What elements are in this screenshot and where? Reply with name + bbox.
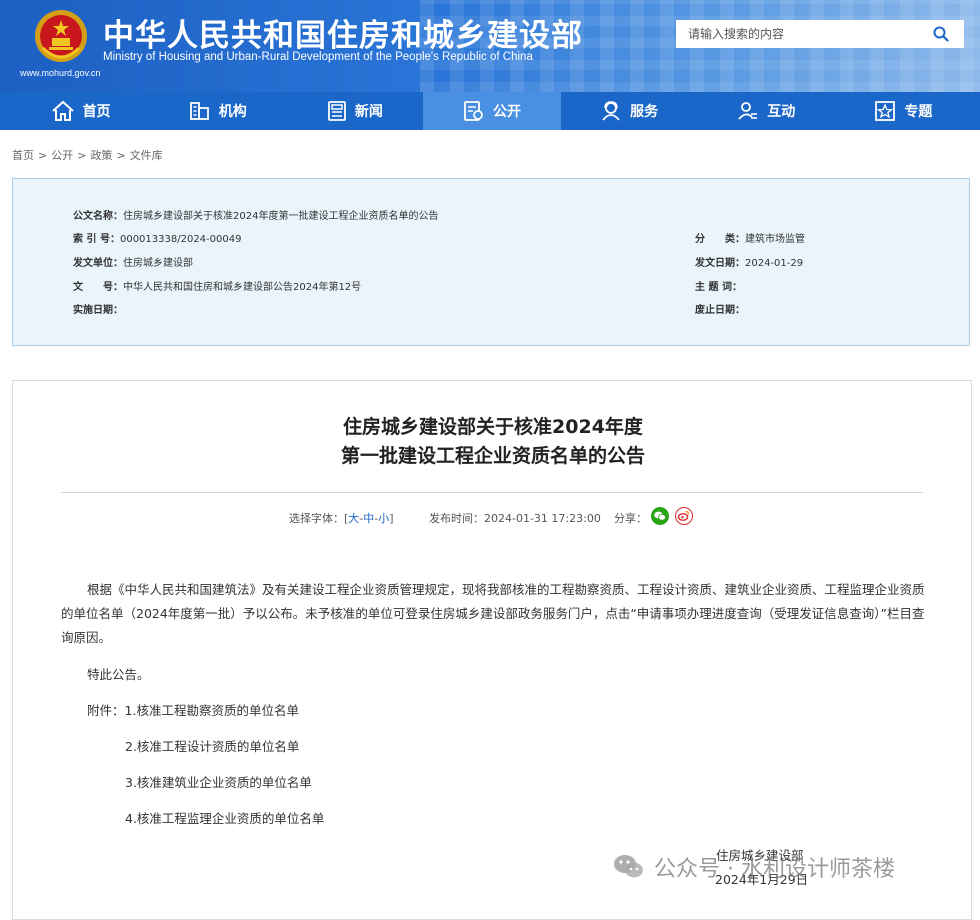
meta-label: 发文单位： [73,258,123,269]
breadcrumb: 首页 > 公开 > 政策 > 文件库 [12,147,163,163]
nav-item-agency[interactable]: 机构 [149,92,286,130]
article-info-bar: 选择字体：[大-中-小] 发布时间：2024-01-31 17:23:00 分享… [13,507,973,527]
signature-org: 住房城乡建设部 [716,848,804,863]
attachment-link[interactable]: 2.核准工程设计资质的单位名单 [125,736,299,755]
nav-item-label: 新闻 [354,104,383,120]
nav-item-label: 专题 [904,104,933,120]
site-subtitle-en: Ministry of Housing and Urban-Rural Deve… [103,51,533,63]
breadcrumb-item-home[interactable]: 首页 [12,149,34,162]
meta-value: 中华人民共和国住房和城乡建设部公告2024年第12号 [123,282,362,293]
publish-value: 2024-01-31 17:23:00 [484,512,601,525]
meta-value: 住房城乡建设部关于核准2024年度第一批建设工程企业资质名单的公告 [123,211,439,222]
share-label: 分享： [614,512,647,525]
attachment-item: 附件：1.核准工程勘察资质的单位名单 [87,700,299,719]
nav-item-label: 互动 [767,104,796,120]
meta-value: 2024-01-29 [745,258,804,269]
interact-icon [738,102,758,120]
meta-effective-date: 实施日期： [73,301,123,316]
meta-issue-date: 发文日期：2024-01-29 [695,254,803,269]
article-paragraph: 根据《中华人民共和国建筑法》及有关建设工程企业资质管理规定，现将我部核准的工程勘… [61,582,925,645]
nav-item-label: 公开 [492,104,521,120]
meta-label: 文 号： [73,282,123,293]
signature-date: 2024年1月29日 [715,872,809,887]
meta-label: 实施日期： [73,305,123,316]
meta-value: 住房城乡建设部 [123,258,193,269]
topic-icon [875,101,896,121]
search-icon [933,26,949,42]
meta-category: 分 类：建筑市场监管 [695,230,805,245]
breadcrumb-item-policy[interactable]: 政策 [90,149,112,162]
building-icon [189,102,209,120]
site-header: 中华人民共和国住房和城乡建设部 Ministry of Housing and … [0,0,980,92]
font-size-small-button[interactable]: 小 [378,512,389,525]
attachment-link[interactable]: 4.核准工程监理企业资质的单位名单 [125,808,324,827]
meta-doc-name: 公文名称：住房城乡建设部关于核准2024年度第一批建设工程企业资质名单的公告 [73,207,438,222]
meta-keywords: 主 题 词： [695,278,742,293]
meta-doc-no: 文 号：中华人民共和国住房和城乡建设部公告2024年第12号 [73,278,361,293]
service-icon [602,101,620,121]
article-panel: 住房城乡建设部关于核准2024年度 第一批建设工程企业资质名单的公告 选择字体：… [12,380,972,920]
breadcrumb-separator: > [77,149,87,162]
home-icon [51,100,74,121]
nav-item-news[interactable]: 新闻 [286,92,423,130]
news-icon [327,101,346,121]
breadcrumb-separator: > [38,149,48,162]
search-input[interactable] [676,21,926,47]
main-nav: 首页 机构 新闻 公开 服务 互动 专题 [0,92,980,130]
font-size-large-button[interactable]: 大 [348,512,359,525]
article-title: 住房城乡建设部关于核准2024年度 第一批建设工程企业资质名单的公告 [13,413,973,471]
attachment-link[interactable]: 3.核准建筑业企业资质的单位名单 [125,772,312,791]
publish-label: 发布时间： [429,512,484,525]
weibo-icon [677,510,690,521]
font-size-end: ] [389,512,394,525]
breadcrumb-separator: > [116,149,126,162]
meta-label: 分 类： [695,234,745,245]
meta-label: 索 引 号： [73,234,120,245]
title-divider [61,492,923,493]
font-size-label: 选择字体：[ [289,512,349,525]
nav-item-topic[interactable]: 专题 [835,92,972,130]
weibo-share-button[interactable] [675,507,693,525]
breadcrumb-item-library[interactable]: 文件库 [130,149,163,162]
meta-label: 主 题 词： [695,282,742,293]
attachments-label: 附件： [87,703,125,718]
wechat-icon [654,511,666,521]
disclosure-icon [464,101,483,121]
search-button[interactable] [918,20,964,48]
site-title: 中华人民共和国住房和城乡建设部 [103,18,583,54]
breadcrumb-item-disclosure[interactable]: 公开 [51,149,73,162]
attachment-link[interactable]: 1.核准工程勘察资质的单位名单 [125,703,299,718]
nav-item-disclosure[interactable]: 公开 [423,92,561,130]
nav-item-label: 机构 [218,104,247,120]
nav-item-home[interactable]: 首页 [12,92,149,130]
article-title-line1: 住房城乡建设部关于核准2024年度 [343,416,643,438]
article-body: 根据《中华人民共和国建筑法》及有关建设工程企业资质管理规定，现将我部核准的工程勘… [61,578,926,650]
wechat-share-button[interactable] [651,507,669,525]
meta-index: 索 引 号：000013338/2024-00049 [73,230,241,245]
nav-item-interact[interactable]: 互动 [698,92,835,130]
meta-label: 发文日期： [695,258,745,269]
meta-issuer: 发文单位：住房城乡建设部 [73,254,193,269]
nav-item-label: 服务 [630,104,659,120]
font-size-selector: 选择字体：[大-中-小] [289,510,394,526]
meta-label: 公文名称： [73,211,123,222]
meta-value: 000013338/2024-00049 [119,234,242,245]
publish-time: 发布时间：2024-01-31 17:23:00 [429,510,601,526]
closing-remark: 特此公告。 [87,667,150,682]
search-box [676,20,964,48]
font-size-medium-button[interactable]: 中 [363,512,374,525]
meta-label: 废止日期： [695,305,745,316]
document-meta-box: 公文名称：住房城乡建设部关于核准2024年度第一批建设工程企业资质名单的公告 索… [12,178,970,346]
meta-expiry-date: 废止日期： [695,301,745,316]
meta-value: 建筑市场监管 [745,234,805,245]
nav-item-label: 首页 [82,104,111,120]
site-url: www.mohurd.gov.cn [20,68,101,78]
national-emblem-icon [35,10,87,62]
article-title-line2: 第一批建设工程企业资质名单的公告 [340,445,645,467]
nav-item-service[interactable]: 服务 [561,92,698,130]
